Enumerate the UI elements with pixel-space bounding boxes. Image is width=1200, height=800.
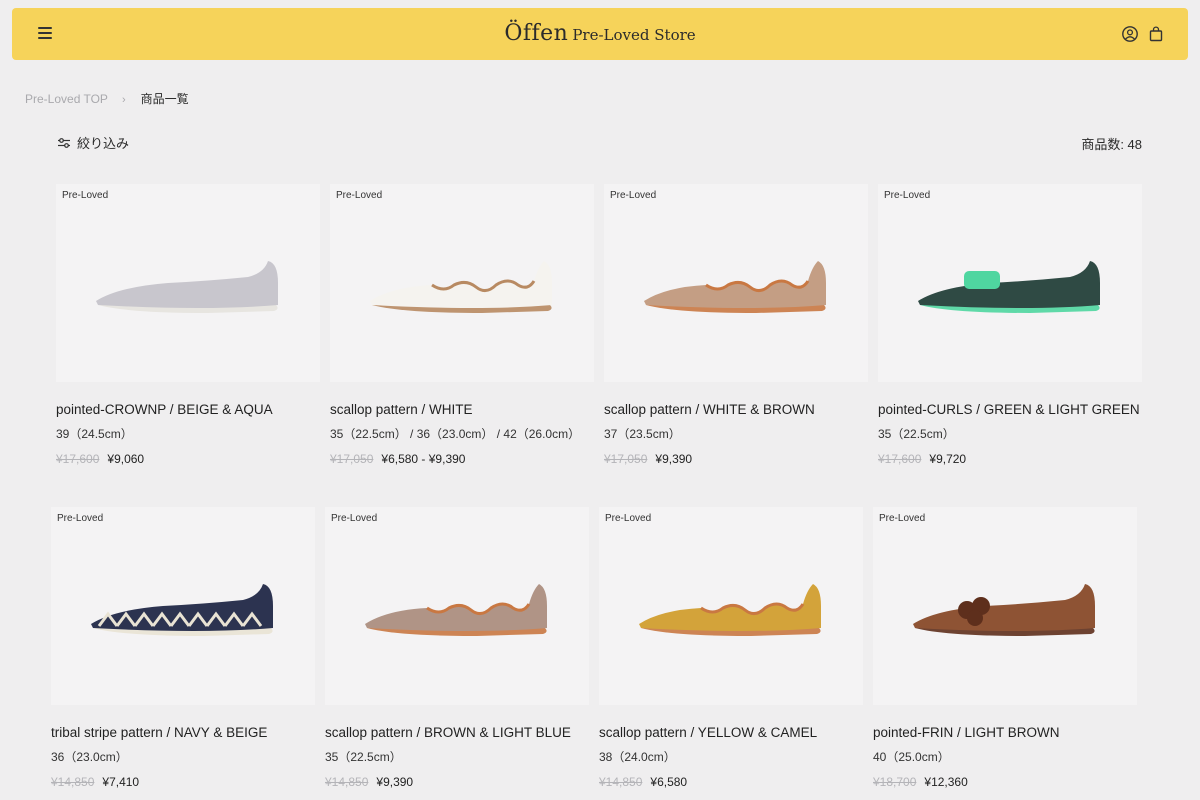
shoe-image: [639, 584, 821, 636]
product-title[interactable]: pointed-CURLS / GREEN & LIGHT GREEN: [878, 402, 1146, 417]
pre-loved-badge: Pre-Loved: [605, 513, 652, 524]
shoe-image: [370, 261, 552, 313]
shoe-image: [91, 584, 273, 636]
original-price: ¥17,600: [878, 452, 922, 466]
product-title[interactable]: scallop pattern / WHITE: [330, 402, 598, 417]
product-size: 35（22.5cm）: [878, 427, 955, 441]
product-size: 35（22.5cm）: [325, 750, 402, 764]
sale-price: ¥9,060: [107, 452, 145, 466]
sale-price: ¥9,720: [929, 452, 967, 466]
shoe-image: [913, 584, 1095, 636]
product-card[interactable]: Pre-Loved pointed-CROWNP / BEIGE & AQUA …: [56, 184, 324, 466]
sale-price: ¥12,360: [924, 775, 968, 789]
site-header: Öffen Pre-Loved Store: [12, 8, 1188, 60]
product-size: 39（24.5cm）: [56, 427, 133, 441]
product-title[interactable]: pointed-CROWNP / BEIGE & AQUA: [56, 402, 324, 417]
product-size: 36（23.0cm）: [51, 750, 128, 764]
product-card[interactable]: Pre-Loved scallop pattern / WHITE 35（22.…: [330, 184, 598, 466]
product-size: 35（22.5cm） / 36（23.0cm） / 42（26.0cm）: [330, 427, 581, 441]
breadcrumb-current: 商品一覧: [140, 92, 189, 106]
breadcrumb: Pre-Loved TOP › 商品一覧: [25, 90, 189, 107]
shoe-image: [96, 261, 278, 313]
product-size: 37（23.5cm）: [604, 427, 681, 441]
product-card[interactable]: Pre-Loved scallop pattern / YELLOW & CAM…: [599, 507, 867, 789]
breadcrumb-home-link[interactable]: Pre-Loved TOP: [25, 92, 108, 106]
original-price: ¥17,600: [56, 452, 100, 466]
product-image[interactable]: Pre-Loved: [56, 184, 320, 382]
logo-subtitle: Pre-Loved Store: [572, 26, 696, 44]
pre-loved-badge: Pre-Loved: [331, 513, 378, 524]
product-price-row: ¥14,850 ¥7,410: [51, 775, 319, 789]
product-price-row: ¥17,050 ¥6,580 - ¥9,390: [330, 452, 598, 466]
shoe-image: [918, 261, 1100, 313]
product-size: 38（24.0cm）: [599, 750, 676, 764]
logo-brand: Öffen: [504, 21, 569, 46]
product-price-row: ¥14,850 ¥9,390: [325, 775, 593, 789]
product-card[interactable]: Pre-Loved tribal stripe pattern / NAVY &…: [51, 507, 319, 789]
product-card[interactable]: Pre-Loved scallop pattern / BROWN & LIGH…: [325, 507, 593, 789]
shopping-bag-icon[interactable]: [1147, 25, 1165, 43]
pre-loved-badge: Pre-Loved: [610, 190, 657, 201]
original-price: ¥14,850: [325, 775, 369, 789]
product-image[interactable]: Pre-Loved: [604, 184, 868, 382]
filter-sliders-icon: [58, 137, 70, 148]
product-image[interactable]: Pre-Loved: [325, 507, 589, 705]
product-card[interactable]: Pre-Loved scallop pattern / WHITE & BROW…: [604, 184, 872, 466]
product-price-row: ¥17,600 ¥9,720: [878, 452, 1146, 466]
product-title[interactable]: scallop pattern / BROWN & LIGHT BLUE: [325, 725, 593, 740]
original-price: ¥17,050: [330, 452, 374, 466]
original-price: ¥14,850: [599, 775, 643, 789]
product-price-row: ¥17,050 ¥9,390: [604, 452, 872, 466]
pre-loved-badge: Pre-Loved: [62, 190, 109, 201]
product-image[interactable]: Pre-Loved: [51, 507, 315, 705]
product-image[interactable]: Pre-Loved: [330, 184, 594, 382]
pre-loved-badge: Pre-Loved: [884, 190, 931, 201]
product-title[interactable]: scallop pattern / WHITE & BROWN: [604, 402, 872, 417]
product-title[interactable]: tribal stripe pattern / NAVY & BEIGE: [51, 725, 319, 740]
sale-price: ¥6,580 - ¥9,390: [381, 452, 466, 466]
product-count: 商品数: 48: [1081, 137, 1142, 152]
breadcrumb-separator: ›: [121, 94, 126, 106]
sale-price: ¥7,410: [102, 775, 140, 789]
account-icon[interactable]: [1121, 25, 1139, 43]
filter-label: 絞り込み: [77, 136, 130, 151]
product-image[interactable]: Pre-Loved: [878, 184, 1142, 382]
product-image[interactable]: Pre-Loved: [873, 507, 1137, 705]
product-size: 40（25.0cm）: [873, 750, 950, 764]
original-price: ¥14,850: [51, 775, 95, 789]
sale-price: ¥6,580: [650, 775, 688, 789]
product-card[interactable]: Pre-Loved pointed-CURLS / GREEN & LIGHT …: [878, 184, 1146, 466]
product-price-row: ¥14,850 ¥6,580: [599, 775, 867, 789]
store-logo[interactable]: Öffen Pre-Loved Store: [12, 21, 1188, 46]
pre-loved-badge: Pre-Loved: [57, 513, 104, 524]
shoe-image: [644, 261, 826, 313]
pre-loved-badge: Pre-Loved: [336, 190, 383, 201]
pre-loved-badge: Pre-Loved: [879, 513, 926, 524]
shoe-image: [365, 584, 547, 636]
original-price: ¥18,700: [873, 775, 917, 789]
product-price-row: ¥18,700 ¥12,360: [873, 775, 1141, 789]
product-image[interactable]: Pre-Loved: [599, 507, 863, 705]
filter-button[interactable]: 絞り込み: [57, 133, 129, 152]
product-title[interactable]: scallop pattern / YELLOW & CAMEL: [599, 725, 867, 740]
sale-price: ¥9,390: [655, 452, 693, 466]
sale-price: ¥9,390: [376, 775, 414, 789]
product-card[interactable]: Pre-Loved pointed-FRIN / LIGHT BROWN 40（…: [873, 507, 1141, 789]
original-price: ¥17,050: [604, 452, 648, 466]
product-title[interactable]: pointed-FRIN / LIGHT BROWN: [873, 725, 1141, 740]
product-price-row: ¥17,600 ¥9,060: [56, 452, 324, 466]
